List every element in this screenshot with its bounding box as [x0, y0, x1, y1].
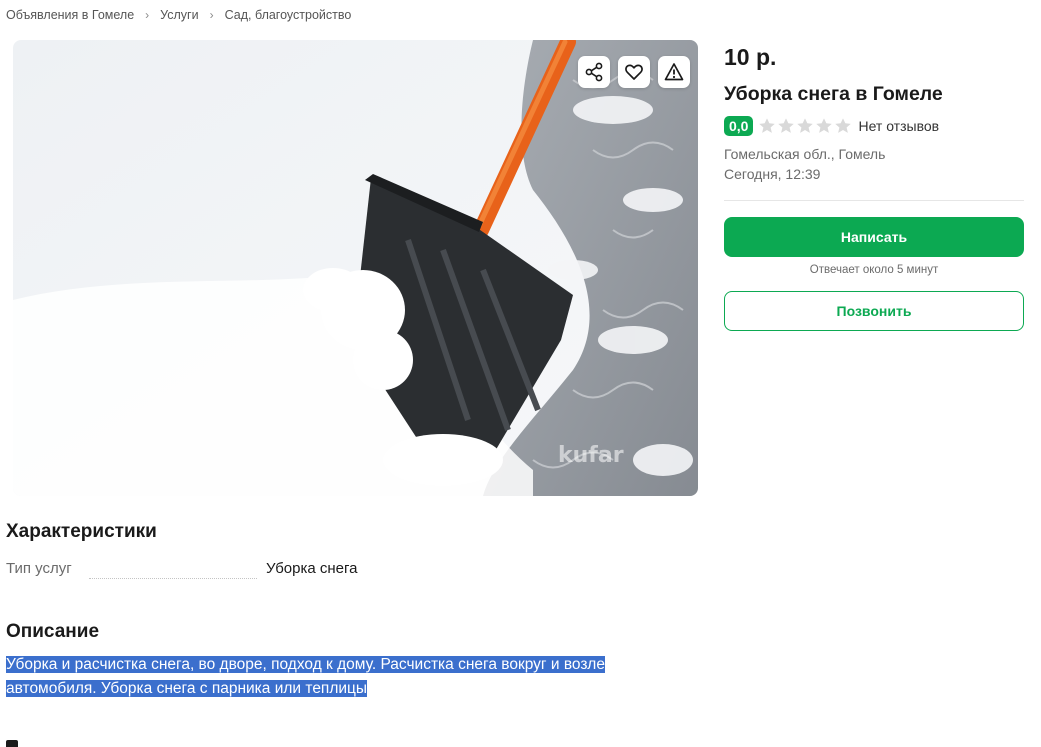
breadcrumb-item-garden[interactable]: Сад, благоустройство: [225, 8, 352, 22]
photo-actions: [578, 56, 690, 88]
price: 10 р.: [724, 44, 777, 70]
breadcrumb-separator-icon: ›: [209, 8, 214, 22]
snow-shovel-image: kufar: [13, 40, 698, 496]
watermark-logo: kufar: [558, 443, 624, 468]
listing-title: Уборка снега в Гомеле: [724, 83, 943, 105]
spec-label: Тип услуг: [6, 560, 72, 577]
description-text: Уборка и расчистка снега, во дворе, подх…: [6, 653, 686, 701]
location: Гомельская обл., Гомель: [724, 146, 886, 162]
heart-icon: [625, 64, 643, 80]
favorite-button[interactable]: [618, 56, 650, 88]
report-button[interactable]: [658, 56, 690, 88]
share-icon: [585, 62, 603, 82]
star-icon: [778, 118, 795, 133]
star-icon: [816, 118, 833, 133]
breadcrumb-item-ads-gomel[interactable]: Объявления в Гомеле: [6, 8, 134, 22]
star-icon: [835, 118, 852, 133]
warning-icon: [664, 63, 684, 81]
breadcrumb: Объявления в Гомеле › Услуги › Сад, благ…: [6, 8, 351, 22]
divider: [724, 200, 1024, 201]
next-section-heading: [6, 740, 18, 747]
reviews-link[interactable]: Нет отзывов: [858, 118, 939, 134]
reply-time: Отвечает около 5 минут: [809, 264, 939, 276]
spec-value: Уборка снега: [266, 560, 358, 577]
star-icon: [759, 118, 776, 133]
breadcrumb-separator-icon: ›: [145, 8, 150, 22]
description-selection: Уборка и расчистка снега, во дворе, подх…: [6, 656, 605, 697]
star-icon: [797, 118, 814, 133]
star-rating: [758, 117, 852, 135]
rating-row[interactable]: 0,0 Нет отзывов: [724, 116, 939, 136]
posted-date: Сегодня, 12:39: [724, 166, 821, 182]
share-button[interactable]: [578, 56, 610, 88]
call-button[interactable]: Позвонить: [724, 291, 1024, 331]
description-heading: Описание: [6, 621, 100, 642]
listing-photo[interactable]: kufar: [13, 40, 698, 496]
spec-dotted-leader: [89, 578, 257, 579]
breadcrumb-item-services[interactable]: Услуги: [160, 8, 198, 22]
specs-heading: Характеристики: [6, 521, 157, 542]
write-message-button[interactable]: Написать: [724, 217, 1024, 257]
rating-badge: 0,0: [724, 116, 754, 136]
